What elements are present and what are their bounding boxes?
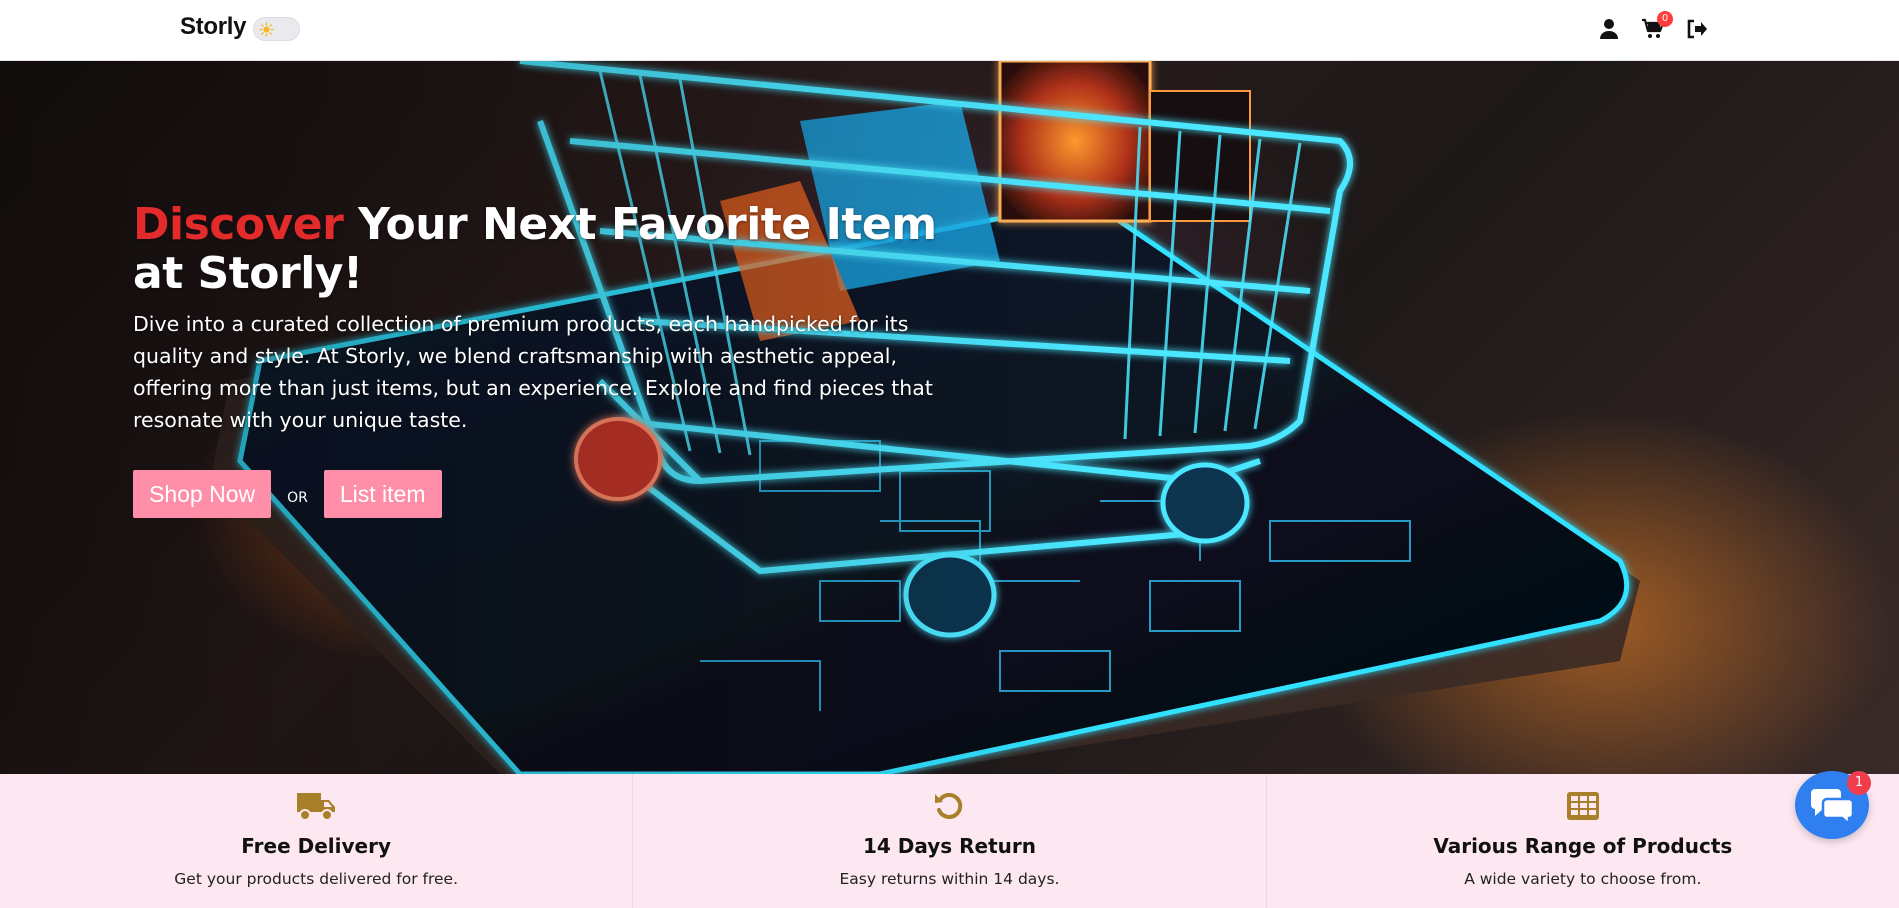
hero-description: Dive into a curated collection of premiu… (133, 312, 933, 432)
or-label: OR (287, 490, 308, 506)
shop-now-button[interactable]: Shop Now (133, 470, 272, 518)
features-bar: Free Delivery Get your products delivere… (0, 774, 1899, 908)
hero-title: Discover Your Next Favorite Item at Stor… (133, 200, 953, 298)
feature-free-delivery: Free Delivery Get your products delivere… (0, 774, 634, 908)
feature-title: 14 Days Return (862, 834, 1037, 858)
brand-logo[interactable]: Storly (180, 13, 247, 41)
hero-banner: Discover Your Next Favorite Item at Stor… (0, 61, 1899, 774)
sun-icon (258, 21, 275, 38)
feature-title: Free Delivery (241, 834, 392, 858)
feature-text: Easy returns within 14 days. (839, 870, 1060, 888)
hero-content: Discover Your Next Favorite Item at Stor… (133, 200, 953, 518)
feature-text: A wide variety to choose from. (1464, 870, 1702, 888)
grid-icon (1562, 788, 1604, 824)
cart-count-badge: 0 (1657, 11, 1673, 27)
list-item-button[interactable]: List item (323, 470, 442, 518)
theme-toggle[interactable] (253, 17, 300, 41)
chat-icon (1811, 789, 1855, 825)
cart-icon[interactable]: 0 (1639, 11, 1673, 43)
feature-text: Get your products delivered for free. (174, 870, 459, 888)
feature-14-days-return: 14 Days Return Easy returns within 14 da… (633, 774, 1267, 908)
hero-actions: Shop Now OR List item (133, 470, 953, 518)
return-icon (928, 788, 970, 824)
hero-title-accent: Discover (133, 199, 344, 250)
chat-notification-badge: 1 (1847, 771, 1871, 795)
truck-icon (295, 788, 337, 824)
user-icon[interactable] (1595, 15, 1623, 43)
nav-actions: 0 (1595, 11, 1711, 44)
logout-icon[interactable] (1683, 15, 1711, 43)
feature-title: Various Range of Products (1433, 834, 1733, 858)
navbar: Storly 0 (0, 0, 1899, 61)
